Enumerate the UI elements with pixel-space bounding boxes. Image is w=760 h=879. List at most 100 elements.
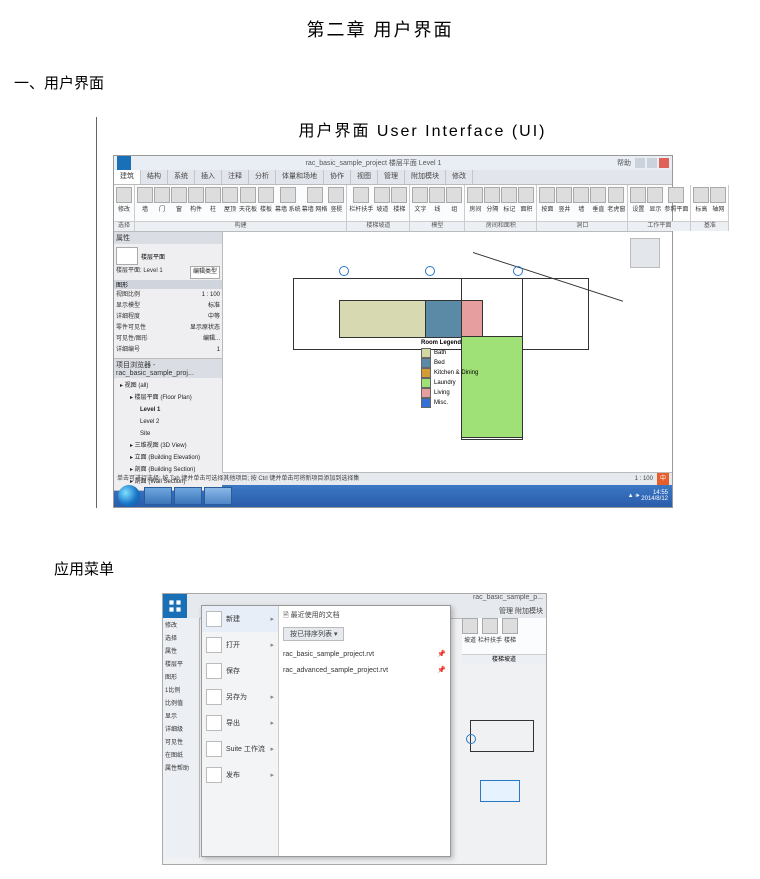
- start-button[interactable]: [118, 485, 140, 507]
- ribbon-button[interactable]: 按面: [539, 187, 555, 213]
- tray-icon[interactable]: 🕪: [636, 493, 640, 500]
- ribbon-tab[interactable]: 分析: [249, 170, 276, 184]
- recent-file-row[interactable]: rac_advanced_sample_project.rvt📌: [283, 663, 446, 679]
- edit-type-btn[interactable]: 编辑类型: [190, 266, 220, 279]
- property-row[interactable]: 可见性/图形编辑...: [116, 334, 220, 345]
- ribbon-button[interactable]: 显示: [647, 187, 663, 213]
- ribbon-button[interactable]: 天花板: [239, 187, 257, 213]
- ribbon-tab[interactable]: 注释: [222, 170, 249, 184]
- appmenu-item[interactable]: 打开▸: [202, 632, 278, 658]
- property-row[interactable]: 详细编号1: [116, 345, 220, 356]
- ribbon-button[interactable]: 标高: [693, 187, 709, 213]
- appmenu-item[interactable]: 新建▸: [202, 606, 278, 632]
- help-hint[interactable]: 帮助: [617, 158, 631, 168]
- ribbon-group-label: 基准: [691, 221, 728, 231]
- ribbon-button[interactable]: 坡道: [462, 618, 478, 654]
- ribbon-button[interactable]: 窗: [171, 187, 187, 213]
- ribbon-tab[interactable]: 视图: [351, 170, 378, 184]
- ribbon-button[interactable]: 分隔: [484, 187, 500, 213]
- leftstrip-label: 选择: [163, 631, 199, 644]
- property-row[interactable]: 显示模型标准: [116, 301, 220, 312]
- ribbon-tab[interactable]: 结构: [141, 170, 168, 184]
- task-item[interactable]: [174, 487, 202, 505]
- ribbon-button[interactable]: 组: [446, 187, 462, 213]
- ribbon-button[interactable]: 线: [429, 187, 445, 213]
- ribbon-tab[interactable]: 附加模块: [405, 170, 446, 184]
- ribbon-button[interactable]: 垂直: [590, 187, 606, 213]
- ribbon-button[interactable]: 老虎窗: [607, 187, 625, 213]
- property-row[interactable]: 详细程度中等: [116, 312, 220, 323]
- tree-node[interactable]: ▸ 楼层平面 (Floor Plan): [120, 392, 220, 404]
- ribbon-button[interactable]: 构件: [188, 187, 204, 213]
- recent-file-row[interactable]: rac_basic_sample_project.rvt📌: [283, 647, 446, 663]
- tree-node[interactable]: ▸ 三维视图 (3D View): [120, 440, 220, 452]
- ribbon-button[interactable]: 参照平面: [664, 187, 688, 213]
- ribbon-tab[interactable]: 插入: [195, 170, 222, 184]
- ribbon-button[interactable]: 幕墙 网格: [302, 187, 328, 213]
- appmenu-item[interactable]: 发布▸: [202, 762, 278, 788]
- ribbon-button[interactable]: 栏杆扶手: [478, 618, 502, 654]
- ribbon-button[interactable]: 坡道: [374, 187, 390, 213]
- tray-icon[interactable]: ▲: [628, 493, 634, 499]
- ribbon-button[interactable]: 屋顶: [222, 187, 238, 213]
- ribbon-tab[interactable]: 协作: [324, 170, 351, 184]
- task-item[interactable]: [144, 487, 172, 505]
- ribbon-button[interactable]: 楼梯: [502, 618, 518, 654]
- section-1-heading: 一、用户界面: [14, 72, 746, 93]
- ribbon-tab[interactable]: 系统: [168, 170, 195, 184]
- viewcube[interactable]: [630, 238, 660, 268]
- minimize-icon[interactable]: [635, 158, 645, 168]
- ribbon-button[interactable]: 修改: [116, 187, 132, 213]
- ribbon-button[interactable]: 幕墙 系统: [275, 187, 301, 213]
- ribbon-button[interactable]: 标记: [501, 187, 517, 213]
- tool-icon: [391, 187, 407, 203]
- ribbon-button-label: 竖井: [558, 204, 570, 213]
- ribbon-button[interactable]: 门: [154, 187, 170, 213]
- app-menu-button[interactable]: [163, 594, 187, 618]
- ribbon-button[interactable]: 柱: [205, 187, 221, 213]
- appmenu-item[interactable]: 导出▸: [202, 710, 278, 736]
- ime-indicator[interactable]: 中: [657, 473, 669, 485]
- leftstrip-label: 属性: [163, 644, 199, 657]
- ribbon-button[interactable]: 轴网: [710, 187, 726, 213]
- ribbon-button[interactable]: 栏杆扶手: [349, 187, 373, 213]
- ribbon-button[interactable]: 竖梃: [328, 187, 344, 213]
- appmenu-item[interactable]: 另存为▸: [202, 684, 278, 710]
- ribbon-button[interactable]: 设置: [630, 187, 646, 213]
- ribbon-tab[interactable]: 建筑: [114, 170, 141, 184]
- ribbon-button[interactable]: 文字: [412, 187, 428, 213]
- task-item[interactable]: [204, 487, 232, 505]
- ribbon-tab[interactable]: 管理: [378, 170, 405, 184]
- pin-icon[interactable]: 📌: [437, 647, 446, 663]
- tree-node[interactable]: Level 2: [120, 416, 220, 428]
- appmenu-item[interactable]: 保存: [202, 658, 278, 684]
- property-row[interactable]: 零件可见性显示原状态: [116, 323, 220, 334]
- leftstrip-label: 图形: [163, 670, 199, 683]
- property-row[interactable]: 视图比例1 : 100: [116, 290, 220, 301]
- ribbon-button[interactable]: 面积: [518, 187, 534, 213]
- app-menu-corner[interactable]: [117, 156, 131, 170]
- ribbon-button[interactable]: 房间: [467, 187, 483, 213]
- ribbon-tab[interactable]: 修改: [446, 170, 473, 184]
- view-controls[interactable]: 1 : 100: [635, 473, 653, 485]
- save-icon: [206, 663, 222, 679]
- ribbon-button[interactable]: 墙: [137, 187, 153, 213]
- tree-node[interactable]: Level 1: [120, 404, 220, 416]
- tree-node[interactable]: ▸ 视图 (all): [120, 380, 220, 392]
- appmenu-item[interactable]: Suite 工作流▸: [202, 736, 278, 762]
- recent-sort[interactable]: 按已排序列表 ▾: [283, 627, 344, 641]
- ribbon-button[interactable]: 墙: [573, 187, 589, 213]
- ribbon-button[interactable]: 楼梯: [391, 187, 407, 213]
- ribbon-button[interactable]: 楼板: [258, 187, 274, 213]
- pin-icon[interactable]: 📌: [437, 663, 446, 679]
- ribbon-button-label: 幕墙 网格: [302, 204, 328, 213]
- maximize-icon[interactable]: [647, 158, 657, 168]
- canvas[interactable]: Room Legend BathBedKitchen & DiningLaund…: [223, 232, 672, 472]
- tree-node[interactable]: Site: [120, 428, 220, 440]
- tree-node[interactable]: ▸ 立面 (Building Elevation): [120, 452, 220, 464]
- view-name: 楼层平面: Level 1: [116, 266, 163, 279]
- close-icon[interactable]: [659, 158, 669, 168]
- ribbon-tab[interactable]: 体量和场地: [276, 170, 324, 184]
- ribbon-button[interactable]: 竖井: [556, 187, 572, 213]
- ribbon-button-label: 参照平面: [664, 204, 688, 213]
